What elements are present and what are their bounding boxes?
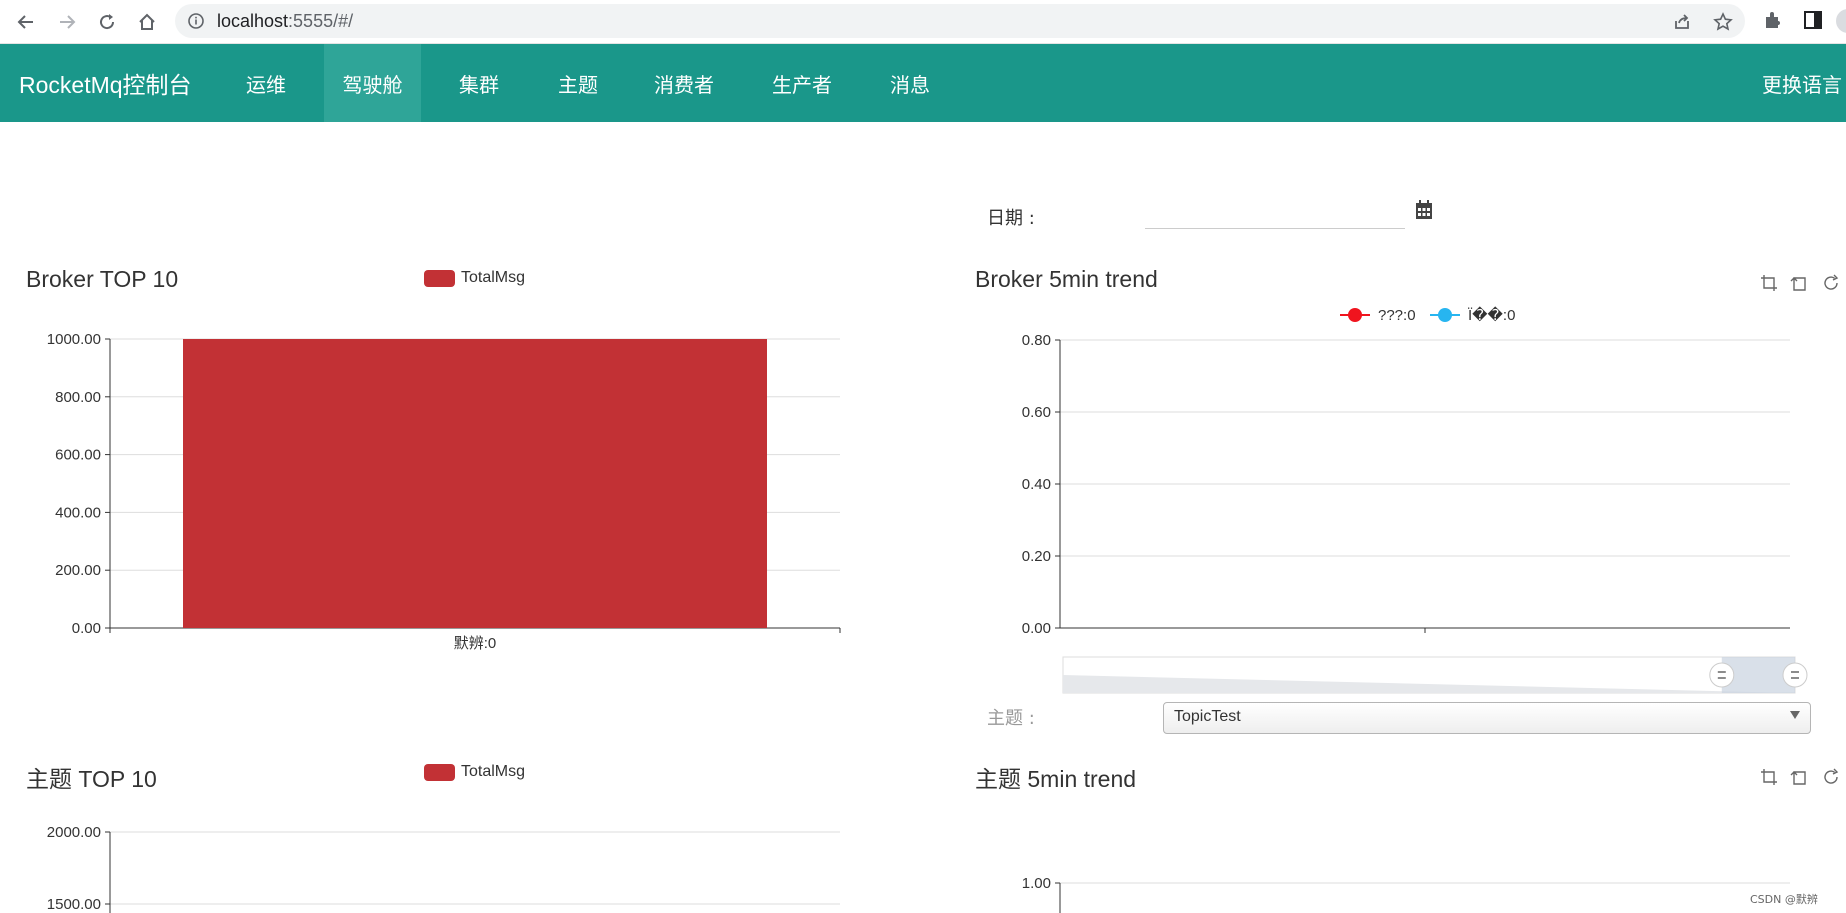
topic-select-value: TopicTest	[1174, 708, 1241, 725]
nav-producer[interactable]: 生产者	[758, 44, 846, 122]
url-text: localhost:5555/#/	[217, 11, 353, 32]
topic-top10-legend-swatch[interactable]	[424, 764, 455, 781]
nav-consumer[interactable]: 消费者	[640, 44, 728, 122]
bar	[183, 339, 767, 628]
forward-button[interactable]	[53, 8, 81, 36]
zoom-icon[interactable]	[1760, 274, 1778, 292]
broker-top10-title: Broker TOP 10	[26, 266, 179, 292]
nav-topic[interactable]: 主题	[538, 44, 618, 122]
info-icon[interactable]	[187, 12, 205, 30]
topic-top10-legend-label[interactable]: TotalMsg	[461, 763, 525, 781]
y-tick-label: 600.00	[55, 447, 101, 464]
zoom-icon[interactable]	[1760, 768, 1778, 786]
y-tick-label: 1000.00	[47, 331, 101, 348]
y-tick-label: 0.60	[1022, 404, 1051, 421]
nav-ops[interactable]: 运维	[228, 44, 304, 122]
broker-top10-chart: 0.00 200.00 400.00 600.00 800.00 1000.00 默辨:0	[47, 331, 841, 652]
topic-trend-chart: 1.00	[1022, 875, 1790, 913]
nav-message[interactable]: 消息	[872, 44, 948, 122]
broker-top10-legend-swatch[interactable]	[424, 270, 455, 287]
restore-icon[interactable]	[1821, 273, 1841, 293]
broker-trend-chart: 0.00 0.20 0.40 0.60 0.80 ???:0 Ï��:0	[1022, 306, 1808, 694]
home-button[interactable]	[133, 8, 161, 36]
chevron-down-icon	[1790, 711, 1800, 719]
y-tick-label: 800.00	[55, 389, 101, 406]
date-label: 日期 :	[987, 208, 1035, 229]
legend-label: Ï��:0	[1468, 306, 1515, 324]
y-tick-label: 1500.00	[47, 896, 101, 913]
x-tick-label: 默辨:0	[454, 635, 497, 652]
date-input[interactable]	[1145, 198, 1405, 229]
home-icon	[139, 13, 155, 30]
y-tick-label: 200.00	[55, 562, 101, 579]
star-icon[interactable]	[1713, 12, 1733, 32]
y-tick-label: 0.80	[1022, 332, 1051, 349]
topic-label: 主题 :	[987, 708, 1035, 729]
back-button[interactable]	[12, 8, 40, 36]
profile-avatar[interactable]	[1836, 9, 1846, 33]
url-host: localhost	[217, 11, 289, 31]
legend-marker	[1348, 308, 1362, 322]
y-tick-label: 2000.00	[47, 824, 101, 841]
y-tick-label: 0.00	[72, 620, 101, 637]
watermark: CSDN @默辨	[1750, 893, 1818, 906]
broker-trend-title: Broker 5min trend	[975, 266, 1158, 292]
y-tick-label: 0.00	[1022, 620, 1051, 637]
y-tick-label: 0.40	[1022, 476, 1051, 493]
topic-select[interactable]: TopicTest	[1163, 702, 1811, 734]
brand-title[interactable]: RocketMq控制台	[19, 66, 192, 100]
nav-dashboard[interactable]: 驾驶舱	[324, 44, 421, 122]
topic-trend-title: 主题 5min trend	[975, 766, 1137, 792]
address-bar[interactable]: localhost:5555/#/	[175, 4, 1745, 38]
share-icon[interactable]	[1672, 12, 1692, 32]
y-tick-label: 1.00	[1022, 875, 1051, 892]
browser-toolbar: localhost:5555/#/	[0, 0, 1846, 44]
topic-top10-title: 主题 TOP 10	[26, 766, 157, 792]
topic-top10-chart: 1500.00 2000.00	[47, 824, 840, 913]
datazoom-handle	[1709, 662, 1735, 688]
side-panel-icon[interactable]	[1802, 9, 1824, 31]
y-tick-label: 0.20	[1022, 548, 1051, 565]
nav-cluster[interactable]: 集群	[441, 44, 517, 122]
zoom-reset-icon[interactable]	[1790, 274, 1808, 292]
legend-marker	[1438, 308, 1452, 322]
reload-icon	[100, 14, 115, 30]
app-navbar: RocketMq控制台 运维 驾驶舱 集群 主题 消费者 生产者 消息 更换语言	[0, 44, 1846, 122]
calendar-icon[interactable]	[1415, 200, 1433, 220]
url-rest: :5555/#/	[288, 11, 354, 31]
datazoom-handle	[1782, 662, 1808, 688]
arrow-left-icon	[17, 15, 33, 29]
y-tick-label: 400.00	[55, 504, 101, 521]
legend-label: ???:0	[1378, 307, 1416, 324]
arrow-right-icon	[60, 15, 76, 29]
reload-button[interactable]	[93, 8, 121, 36]
puzzle-icon[interactable]	[1762, 9, 1784, 31]
broker-top10-legend-label[interactable]: TotalMsg	[461, 269, 525, 287]
zoom-reset-icon[interactable]	[1790, 768, 1808, 786]
restore-icon[interactable]	[1821, 767, 1841, 787]
change-language-button[interactable]: 更换语言	[1762, 44, 1842, 122]
